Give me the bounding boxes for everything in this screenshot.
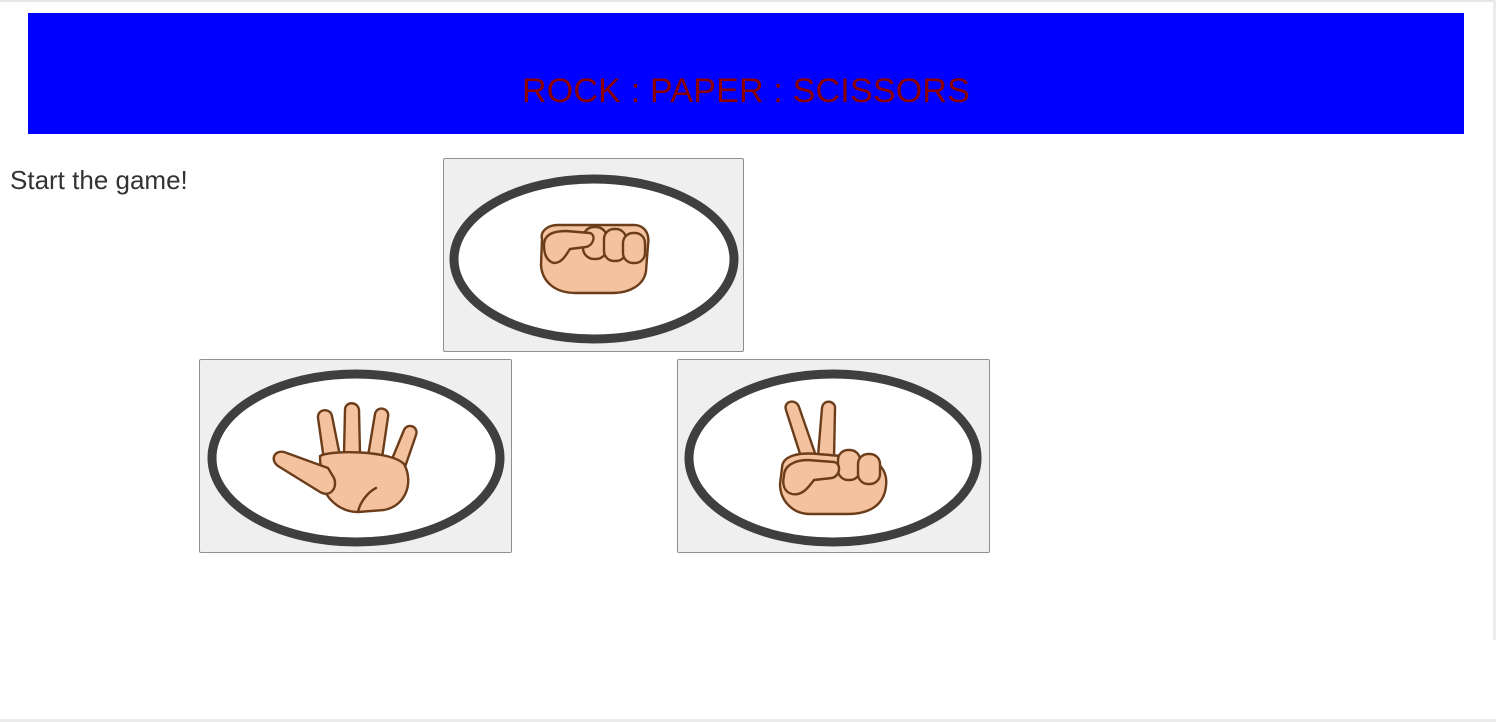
header-banner: ROCK : PAPER : SCISSORS [28,13,1464,134]
status-message: Start the game! [10,165,188,195]
scissors-button[interactable] [677,359,990,553]
peace-hand-icon [684,369,982,547]
fist-hand-icon [449,174,739,344]
open-hand-icon [207,369,505,547]
top-border [0,0,1496,2]
rock-button[interactable] [443,158,744,352]
paper-button[interactable] [199,359,512,553]
page-title: ROCK : PAPER : SCISSORS [522,72,970,110]
game-page: ROCK : PAPER : SCISSORS Start the game! [0,0,1496,722]
